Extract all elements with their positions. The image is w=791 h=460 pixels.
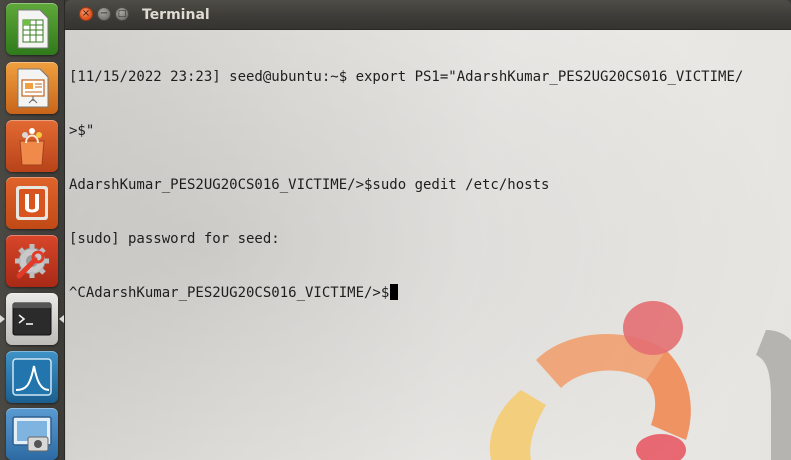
launcher-presentation-button[interactable] bbox=[6, 62, 58, 114]
active-indicator-left bbox=[0, 315, 5, 323]
launcher-system-settings-button[interactable] bbox=[6, 235, 58, 287]
minimize-icon: − bbox=[99, 8, 109, 19]
terminal-prompt-line: ^CAdarshKumar_PES2UG20CS016_VICTIME/>$ bbox=[69, 284, 789, 302]
text-cursor bbox=[390, 284, 399, 300]
launcher-screenshot-button[interactable] bbox=[6, 408, 58, 460]
active-indicator-right bbox=[59, 315, 64, 323]
close-icon: × bbox=[81, 8, 91, 19]
maximize-button[interactable]: □ bbox=[115, 7, 129, 21]
camera-screen-icon bbox=[10, 413, 54, 455]
launcher bbox=[0, 0, 65, 460]
minimize-button[interactable]: − bbox=[97, 7, 111, 21]
settings-wrench-icon bbox=[11, 240, 53, 282]
terminal-line: AdarshKumar_PES2UG20CS016_VICTIME/>$sudo… bbox=[69, 177, 550, 193]
launcher-terminal-button[interactable] bbox=[6, 293, 58, 345]
terminal-line: [11/15/2022 23:23] seed@ubuntu:~$ export… bbox=[69, 69, 744, 85]
launcher-ubuntu-one-button[interactable] bbox=[6, 177, 58, 229]
terminal-line: >$" bbox=[69, 123, 95, 139]
window-titlebar[interactable]: × − □ Terminal bbox=[65, 0, 791, 30]
terminal-body[interactable]: [11/15/2022 23:23] seed@ubuntu:~$ export… bbox=[65, 30, 791, 460]
maximize-icon: □ bbox=[117, 9, 127, 19]
terminal-line: [sudo] password for seed: bbox=[69, 231, 280, 247]
terminal-prompt: ^CAdarshKumar_PES2UG20CS016_VICTIME/>$ bbox=[69, 285, 390, 301]
shopping-bag-icon bbox=[12, 125, 52, 167]
presentation-icon bbox=[14, 67, 50, 109]
spreadsheet-icon bbox=[14, 8, 50, 50]
window-title: Terminal bbox=[142, 7, 210, 23]
launcher-spreadsheet-button[interactable] bbox=[6, 3, 58, 55]
launcher-wireshark-button[interactable] bbox=[6, 351, 58, 403]
terminal-icon bbox=[11, 299, 53, 339]
ubuntu-one-icon bbox=[12, 182, 52, 224]
wireshark-fin-icon bbox=[10, 356, 54, 398]
terminal-window: × − □ Terminal [11/15/2022 23:23] seed@u… bbox=[65, 0, 791, 460]
close-button[interactable]: × bbox=[79, 7, 93, 21]
terminal-output: [11/15/2022 23:23] seed@ubuntu:~$ export… bbox=[69, 32, 789, 338]
launcher-software-center-button[interactable] bbox=[6, 120, 58, 172]
